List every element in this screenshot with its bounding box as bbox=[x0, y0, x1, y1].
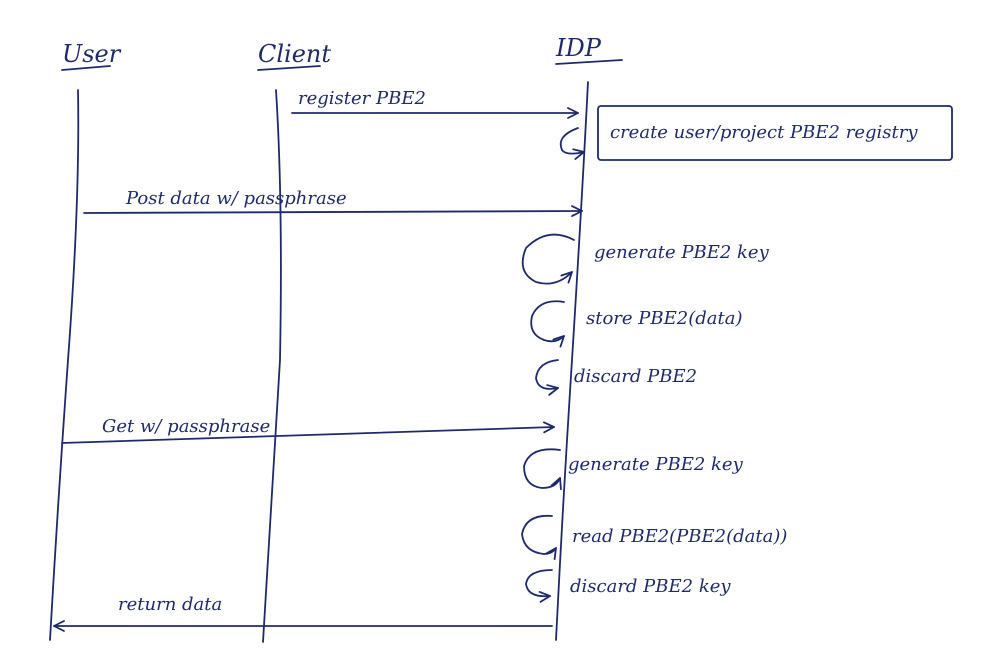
sequence-diagram: User Client IDP register PBE2 create use… bbox=[49, 34, 953, 643]
self-loop-generate-key-2 bbox=[523, 448, 562, 491]
lifeline-idp bbox=[555, 81, 589, 641]
lifeline-client bbox=[262, 89, 282, 643]
self-step-generate-key-1-label: generate PBE2 key bbox=[594, 242, 770, 263]
self-loop-generate-key-1 bbox=[521, 233, 575, 285]
self-loop-discard bbox=[535, 359, 559, 396]
self-step-discard-key-label: discard PBE2 key bbox=[570, 576, 731, 597]
message-register-label: register PBE2 bbox=[298, 88, 426, 109]
message-post-data-arrow bbox=[83, 205, 583, 217]
self-step-generate-key-2-label: generate PBE2 key bbox=[568, 454, 744, 475]
self-step-discard-label: discard PBE2 bbox=[574, 366, 697, 387]
self-loop-create-registry bbox=[559, 127, 585, 160]
participant-idp-label: IDP bbox=[555, 34, 602, 62]
self-loop-read-data bbox=[521, 514, 557, 560]
message-post-data-label: Post data w/ passphrase bbox=[125, 188, 347, 209]
self-step-create-registry-label: create user/project PBE2 registry bbox=[610, 122, 918, 143]
self-step-read-data-label: read PBE2(PBE2(data)) bbox=[572, 526, 787, 547]
message-return-data-label: return data bbox=[118, 594, 222, 615]
self-loop-discard-key bbox=[525, 569, 553, 603]
participant-client-label: Client bbox=[258, 40, 331, 68]
lifeline-user bbox=[49, 89, 80, 641]
self-loop-store-data bbox=[530, 300, 565, 348]
message-get-label: Get w/ passphrase bbox=[102, 416, 270, 437]
self-step-store-data-label: store PBE2(data) bbox=[586, 308, 742, 329]
participant-user-label: User bbox=[62, 40, 122, 68]
